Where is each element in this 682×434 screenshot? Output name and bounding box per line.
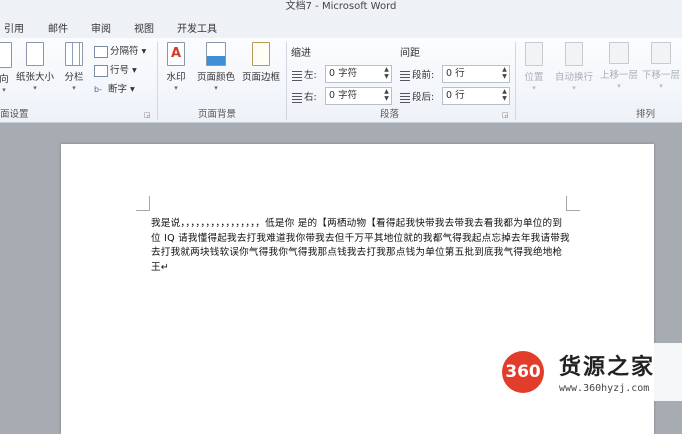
- page-size-button[interactable]: 纸张大小 ▾: [14, 42, 56, 92]
- site-watermark: 360 货源之家 www.360hyzj.com: [497, 343, 682, 401]
- indent-left-input[interactable]: 0 字符 ▲ ▼: [325, 65, 392, 83]
- spacing-after-icon: [400, 92, 410, 103]
- group-label-paragraph: 段落: [380, 109, 400, 120]
- group-label-page-background: 页面背景: [198, 109, 237, 120]
- spacing-before-icon: [400, 70, 410, 81]
- position-icon: [525, 42, 543, 66]
- chevron-down-icon: ▾: [2, 86, 6, 94]
- indent-right-value: 0 字符: [329, 90, 358, 101]
- chevron-down-icon: ▾: [532, 84, 536, 92]
- watermark-label: 水印: [166, 72, 186, 83]
- page-color-label: 页面颜色: [196, 72, 235, 83]
- chevron-down-icon: ▾: [617, 82, 621, 90]
- page-borders-button[interactable]: 页面边框: [239, 42, 283, 83]
- spinner-icon[interactable]: ▲ ▼: [382, 66, 391, 82]
- wrap-text-label: 自动换行: [554, 72, 593, 83]
- page-color-icon: [206, 42, 226, 66]
- chevron-down-icon: ▾: [659, 82, 663, 90]
- document-body-text[interactable]: 我是说，，，，，，，，，，，，，，，，低是你 是的【两栖动物【看得起我快带我去带…: [151, 217, 571, 275]
- orientation-icon: [0, 42, 12, 68]
- logo-360-icon: 360: [502, 351, 544, 393]
- columns-label: 分栏: [64, 72, 84, 83]
- bring-forward-label: 上移一层: [599, 70, 638, 81]
- page-color-button[interactable]: 页面颜色 ▾: [194, 42, 238, 92]
- indent-right-icon: [292, 92, 302, 103]
- wrap-text-icon: [565, 42, 583, 66]
- hyphenation-icon: b‑: [94, 84, 102, 94]
- tab-review[interactable]: 审阅: [91, 20, 111, 35]
- group-separator: [515, 42, 516, 120]
- page-borders-label: 页面边框: [241, 72, 280, 83]
- bring-forward-button[interactable]: 上移一层 ▾: [597, 42, 641, 90]
- indent-left-label: 左:: [292, 67, 317, 81]
- spacing-title: 间距: [400, 48, 420, 59]
- spinner-icon[interactable]: ▲ ▼: [500, 88, 509, 104]
- paragraph-launcher-icon[interactable]: ◲: [502, 111, 509, 119]
- line-numbers-icon: [94, 64, 108, 77]
- watermark-button[interactable]: A 水印 ▾: [160, 42, 192, 92]
- spinner-icon[interactable]: ▲ ▼: [500, 66, 509, 82]
- spacing-after-value: 0 行: [446, 90, 465, 101]
- watermark-icon: A: [167, 42, 185, 66]
- chevron-down-icon: ▾: [33, 84, 37, 92]
- bring-forward-icon: [609, 42, 629, 64]
- margin-corner-mark: [136, 210, 150, 211]
- chevron-down-icon: ▾: [572, 84, 576, 92]
- chevron-down-icon: ▾: [214, 84, 218, 92]
- chevron-down-icon: ▾: [72, 84, 76, 92]
- hyphenation-button[interactable]: b‑ 断字 ▾: [94, 81, 135, 95]
- group-separator: [286, 42, 287, 120]
- tab-developer[interactable]: 开发工具: [177, 20, 217, 35]
- spacing-after-input[interactable]: 0 行 ▲ ▼: [442, 87, 510, 105]
- spacing-after-label: 段后:: [400, 89, 434, 103]
- margin-corner-mark: [149, 196, 150, 210]
- watermark-title: 货源之家: [559, 355, 656, 380]
- position-label: 位置: [524, 72, 544, 83]
- wrap-text-button[interactable]: 自动换行 ▾: [552, 42, 596, 92]
- send-backward-label: 下移一层: [641, 70, 680, 81]
- tab-view[interactable]: 视图: [134, 20, 154, 35]
- line-numbers-button[interactable]: 行号 ▾: [94, 62, 137, 77]
- group-label-arrange: 排列: [636, 109, 656, 120]
- spacing-before-label: 段前:: [400, 67, 434, 81]
- spacing-before-input[interactable]: 0 行 ▲ ▼: [442, 65, 510, 83]
- group-separator: [157, 42, 158, 120]
- hyphenation-label: 断字: [108, 84, 128, 95]
- indent-left-value: 0 字符: [329, 68, 358, 79]
- margin-corner-mark: [566, 196, 567, 210]
- page-size-label: 纸张大小: [15, 72, 54, 83]
- orientation-label: 向: [0, 74, 9, 85]
- ribbon: 向 ▾ 纸张大小 ▾ 分栏 ▾ 分隔符 ▾ 行号 ▾ b‑ 断字 ▾ 面设置 ◲ …: [0, 38, 682, 123]
- ribbon-tabs: 引用 邮件 审阅 视图 开发工具: [0, 16, 682, 39]
- breaks-icon: [94, 45, 108, 58]
- title-bar: 文档7 - Microsoft Word: [0, 0, 682, 16]
- columns-button[interactable]: 分栏 ▾: [60, 42, 88, 92]
- indent-right-label: 右:: [292, 89, 317, 103]
- send-backward-button[interactable]: 下移一层 ▾: [640, 42, 682, 90]
- chevron-down-icon: ▾: [174, 84, 178, 92]
- indent-right-input[interactable]: 0 字符 ▲ ▼: [325, 87, 392, 105]
- indent-left-icon: [292, 70, 302, 81]
- group-label-page-setup: 面设置: [0, 109, 29, 120]
- window-title: 文档7 - Microsoft Word: [285, 1, 397, 12]
- page-setup-launcher-icon[interactable]: ◲: [144, 111, 151, 119]
- send-backward-icon: [651, 42, 671, 64]
- orientation-button[interactable]: 向 ▾: [0, 42, 14, 94]
- page-size-icon: [26, 42, 44, 66]
- watermark-url: www.360hyzj.com: [559, 383, 650, 394]
- line-numbers-label: 行号: [110, 65, 130, 76]
- tab-references[interactable]: 引用: [4, 20, 24, 35]
- page-borders-icon: [252, 42, 270, 66]
- spacing-before-value: 0 行: [446, 68, 465, 79]
- breaks-label: 分隔符: [110, 46, 139, 57]
- tab-mailings[interactable]: 邮件: [48, 20, 68, 35]
- breaks-button[interactable]: 分隔符 ▾: [94, 43, 146, 58]
- indent-title: 缩进: [291, 48, 311, 59]
- margin-corner-mark: [566, 210, 580, 211]
- position-button[interactable]: 位置 ▾: [520, 42, 548, 92]
- columns-icon: [65, 42, 83, 66]
- spinner-icon[interactable]: ▲ ▼: [382, 88, 391, 104]
